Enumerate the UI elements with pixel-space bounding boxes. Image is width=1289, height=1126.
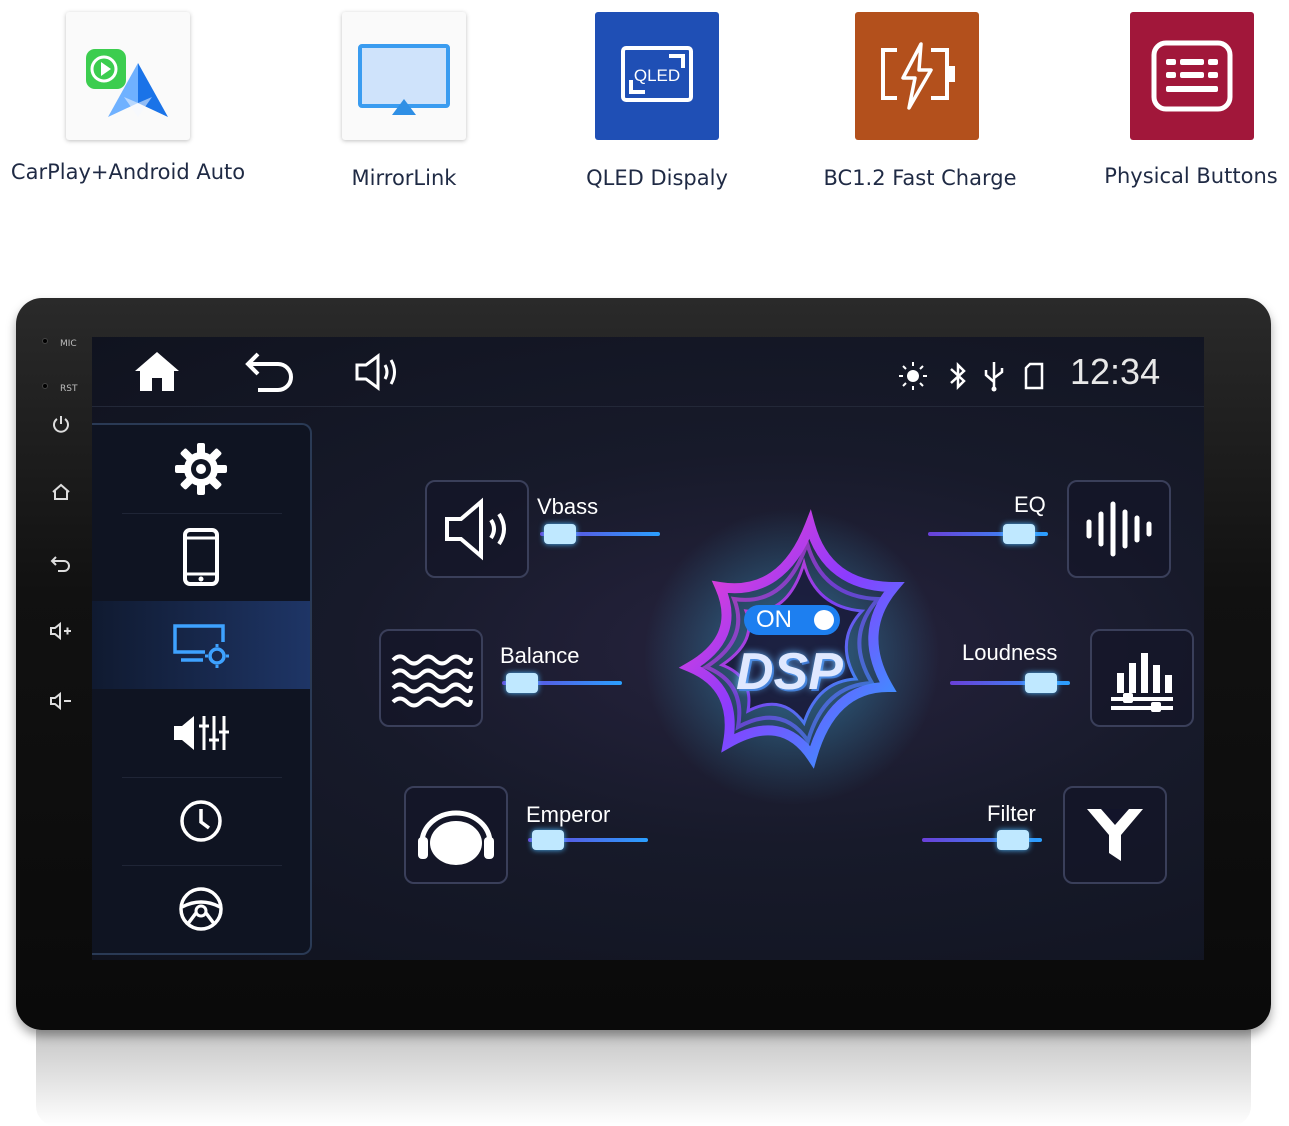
speaker-icon	[445, 497, 506, 561]
mirrorlink-tile	[342, 12, 466, 140]
filter-slider-knob[interactable]	[996, 830, 1029, 850]
vbass-button[interactable]	[425, 480, 529, 578]
carplay-android-auto-tile	[66, 12, 190, 140]
filter-label: Filter	[987, 801, 1036, 826]
home-icon	[135, 352, 179, 391]
sidebar-item-display-settings[interactable]	[92, 601, 310, 689]
rst-label: RST	[60, 384, 78, 394]
dsp-toggle[interactable]: ON	[744, 605, 840, 635]
sd-card-icon	[1024, 362, 1044, 390]
side-volume-up-button[interactable]	[46, 616, 76, 646]
screen: 12:34 ON DSP Vbass EQ Balance Loudness E…	[92, 337, 1204, 960]
vbass-slider-knob[interactable]	[544, 524, 577, 544]
filter-button[interactable]	[1063, 786, 1167, 884]
volume-up-icon	[50, 621, 71, 641]
power-button[interactable]	[46, 409, 76, 439]
loudness-label: Loudness	[962, 640, 1058, 665]
back-button[interactable]	[244, 350, 298, 394]
sidebar-item-steering[interactable]	[92, 865, 310, 953]
vbass-label: Vbass	[537, 494, 599, 519]
eq-slider-knob[interactable]	[1002, 524, 1035, 544]
headphones-icon	[418, 810, 494, 865]
back-icon	[50, 556, 70, 572]
gear-icon	[175, 443, 227, 495]
emperor-button[interactable]	[404, 786, 508, 884]
dsp-toggle-knob	[814, 610, 834, 630]
audio-settings-icon	[174, 716, 229, 750]
waves-icon	[391, 654, 473, 708]
fast-charge-tile	[855, 12, 979, 140]
side-volume-down-button[interactable]	[46, 686, 76, 716]
display-settings-icon	[173, 624, 229, 668]
filter-icon	[1087, 809, 1143, 861]
volume-button[interactable]	[354, 352, 404, 392]
sidebar-item-settings[interactable]	[92, 425, 310, 513]
mic-hole	[42, 338, 48, 344]
usb-icon	[984, 362, 1004, 392]
dsp-toggle-label: ON	[756, 606, 792, 633]
qled-tile: QLED	[595, 12, 719, 140]
home-button[interactable]	[132, 349, 182, 395]
side-home-button[interactable]	[46, 477, 76, 507]
fast-charge-icon	[881, 42, 955, 110]
mirrorlink-icon	[358, 44, 450, 115]
balance-label: Balance	[500, 643, 580, 668]
side-back-button[interactable]	[46, 548, 76, 578]
feature-label-physical-buttons: Physical Buttons	[1104, 164, 1278, 188]
steering-wheel-icon	[179, 887, 223, 931]
eq-label: EQ	[1014, 492, 1046, 517]
status-bar: 12:34	[92, 337, 1204, 407]
volume-down-icon	[50, 691, 71, 711]
device-reflection	[36, 1030, 1251, 1126]
balance-button[interactable]	[379, 629, 483, 727]
clock-icon	[180, 800, 222, 842]
loudness-slider-knob[interactable]	[1024, 673, 1057, 693]
feature-label-fast-charge: BC1.2 Fast Charge	[823, 166, 1017, 190]
carplay-android-auto-icon	[86, 49, 168, 117]
feature-label-qled: QLED Dispaly	[586, 166, 728, 190]
sidebar-item-audio[interactable]	[92, 689, 310, 777]
emperor-slider-knob[interactable]	[532, 830, 565, 850]
mic-label: MIC	[60, 339, 77, 349]
brightness-icon[interactable]	[898, 361, 928, 391]
speaker-icon	[355, 353, 396, 391]
eq-button[interactable]	[1067, 480, 1171, 578]
feature-label-carplay: CarPlay+Android Auto	[10, 160, 246, 184]
settings-sidebar	[92, 423, 312, 955]
keyboard-icon	[1151, 40, 1233, 112]
waveform-icon	[1086, 501, 1152, 557]
svg-text:QLED: QLED	[634, 66, 680, 85]
phone-icon	[183, 528, 219, 586]
home-icon	[52, 483, 70, 500]
balance-slider-knob[interactable]	[506, 673, 539, 693]
feature-label-mirrorlink: MirrorLink	[351, 166, 457, 190]
loudness-button[interactable]	[1090, 629, 1194, 727]
loudness-bars-icon	[1111, 653, 1173, 712]
emperor-label: Emperor	[526, 802, 611, 827]
power-icon	[53, 416, 69, 433]
physical-buttons-tile	[1130, 12, 1254, 140]
clock: 12:34	[1070, 351, 1161, 392]
dsp-title: DSP	[736, 643, 843, 701]
bluetooth-icon	[950, 361, 966, 391]
sidebar-item-phone[interactable]	[92, 513, 310, 601]
back-icon	[245, 352, 293, 392]
sidebar-item-time[interactable]	[92, 777, 310, 865]
reset-hole[interactable]	[42, 383, 48, 389]
qled-display-icon: QLED	[621, 46, 693, 102]
